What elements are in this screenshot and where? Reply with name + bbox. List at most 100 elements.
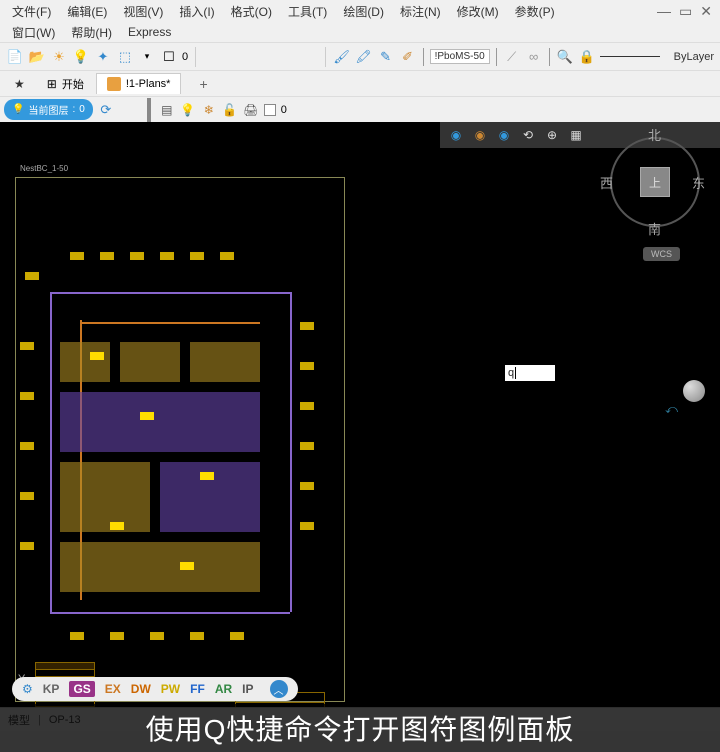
drawing-title: NestBC_1-50 <box>20 164 68 173</box>
caption-overlay: 使用Q快捷命令打开图符图例面板 <box>0 704 720 752</box>
layer-toolbar: 💡 当前图层 : 0 ⟳ ▤ 💡 ❄ 🔓 🖨 0 <box>0 96 720 122</box>
find-icon[interactable]: 🔍 <box>556 48 574 66</box>
cmd-token-dw[interactable]: DW <box>131 682 151 696</box>
steps-icon[interactable]: ⬚ <box>116 48 134 66</box>
prop-icon-1[interactable]: ◉ <box>448 127 464 143</box>
document-tabbar: ★ ⊞ 开始 !1-Plans* + <box>0 70 720 96</box>
command-bar[interactable]: ⚙ KP GS EX DW PW FF AR IP ︿ <box>12 677 298 701</box>
close-icon[interactable]: ✕ <box>700 3 712 20</box>
main-toolbar: 📄 📂 ☀ 💡 ✦ ⬚ ▾ ☐ 0 🖌 🖍 ✎ ✐ !PboMS-50 ⟋ ∞ … <box>0 42 720 70</box>
prop-icon-2[interactable]: ◉ <box>472 127 488 143</box>
menu-insert[interactable]: 插入(I) <box>171 1 222 22</box>
brush-icon-1[interactable]: 🖌 <box>333 48 351 66</box>
chevron-up-icon[interactable]: ︿ <box>270 680 288 698</box>
document-icon <box>107 77 121 91</box>
prop-icon-3[interactable]: ◉ <box>496 127 512 143</box>
menu-annotate[interactable]: 标注(N) <box>392 1 449 22</box>
menu-modify[interactable]: 修改(M) <box>449 1 507 22</box>
star-icon: ★ <box>14 77 25 91</box>
freeze-icon[interactable]: ❄ <box>201 102 217 118</box>
linetype-preview <box>600 56 660 57</box>
layer-name-value: 0 <box>281 104 287 116</box>
layer-icons-group: ▤ 💡 ❄ 🔓 🖨 0 <box>159 102 287 118</box>
tab-new[interactable]: + <box>183 73 223 95</box>
brush-icon-4[interactable]: ✐ <box>399 48 417 66</box>
menubar-row-2: 窗口(W) 帮助(H) Express <box>0 22 720 42</box>
minimize-icon[interactable]: — <box>657 3 671 20</box>
current-layer-badge[interactable]: 💡 当前图层 : 0 <box>4 99 93 120</box>
drawing-canvas[interactable]: ◉ ◉ ◉ ⟲ ⊕ ▦ NestBC_1-50 <box>0 122 720 707</box>
gear-icon[interactable]: ⚙ <box>22 682 33 696</box>
compass-west: 西 <box>600 173 613 192</box>
nav-arrow-icon[interactable]: ⤺ <box>665 402 678 417</box>
layerbar-separator <box>147 98 151 122</box>
menu-view[interactable]: 视图(V) <box>115 1 171 22</box>
tab-start-label: 开始 <box>62 76 84 92</box>
brush-icon-3[interactable]: ✎ <box>377 48 395 66</box>
layer-color-swatch[interactable] <box>264 104 276 116</box>
compass-east: 东 <box>692 173 705 192</box>
compass-north: 北 <box>648 125 661 144</box>
cmd-token-ex[interactable]: EX <box>105 682 121 696</box>
star-icon[interactable]: ✦ <box>94 48 112 66</box>
open-icon[interactable]: 📂 <box>28 48 46 66</box>
link-icon[interactable]: ∞ <box>525 48 543 66</box>
layer-refresh-icon[interactable]: ⟳ <box>97 101 115 119</box>
bulb-icon[interactable]: 💡 <box>72 48 90 66</box>
nav-ball[interactable] <box>683 380 705 402</box>
menu-edit[interactable]: 编辑(E) <box>59 1 115 22</box>
prop-icon-4[interactable]: ⟲ <box>520 127 536 143</box>
cmd-token-pw[interactable]: PW <box>161 682 180 696</box>
print-icon[interactable]: 🖨 <box>243 102 259 118</box>
cmd-token-ip[interactable]: IP <box>242 682 253 696</box>
current-layer-label: 当前图层 <box>28 102 68 117</box>
plus-icon: + <box>193 76 213 92</box>
view-compass[interactable]: 上 北 南 东 西 <box>600 127 710 237</box>
cmd-token-ar[interactable]: AR <box>215 682 232 696</box>
brush-icon-2[interactable]: 🖍 <box>355 48 373 66</box>
tab-favorite[interactable]: ★ <box>4 74 35 94</box>
toolbar-separator-2 <box>325 47 326 67</box>
menu-help[interactable]: 帮助(H) <box>63 22 120 43</box>
tab-plans-label: !1-Plans* <box>126 78 171 90</box>
lock2-icon[interactable]: 🔓 <box>222 102 238 118</box>
windows-icon: ⊞ <box>47 77 57 91</box>
cmd-token-gs[interactable]: GS <box>69 681 94 697</box>
menu-format[interactable]: 格式(O) <box>223 1 280 22</box>
wcs-badge[interactable]: WCS <box>643 247 680 261</box>
command-input[interactable]: q <box>505 365 555 381</box>
menubar-row-1: 文件(F) 编辑(E) 视图(V) 插入(I) 格式(O) 工具(T) 绘图(D… <box>0 0 720 22</box>
toolbar-separator-5 <box>549 48 550 66</box>
layers-icon[interactable]: ▤ <box>159 102 175 118</box>
dropdown-icon[interactable]: ▾ <box>138 48 156 66</box>
menu-tools[interactable]: 工具(T) <box>280 1 335 22</box>
menu-express[interactable]: Express <box>120 23 179 41</box>
bylayer-field[interactable]: ByLayer <box>674 51 714 63</box>
current-layer-value: 0 <box>79 104 85 115</box>
bulb-small-icon: 💡 <box>12 104 24 115</box>
menu-file[interactable]: 文件(F) <box>4 1 59 22</box>
maximize-icon[interactable]: ▭ <box>679 3 692 20</box>
menu-params[interactable]: 参数(P) <box>507 1 563 22</box>
prop-icon-6[interactable]: ▦ <box>568 127 584 143</box>
new-icon[interactable]: 📄 <box>6 48 24 66</box>
measure-icon[interactable]: ⟋ <box>503 48 521 66</box>
layer-zero: 0 <box>182 51 188 63</box>
square-icon[interactable]: ☐ <box>160 48 178 66</box>
sun-icon[interactable]: ☀ <box>50 48 68 66</box>
toolbar-separator-4 <box>496 48 497 66</box>
tab-start[interactable]: ⊞ 开始 <box>37 73 94 95</box>
bulb2-icon[interactable]: 💡 <box>180 102 196 118</box>
linetype-field[interactable]: !PboMS-50 <box>430 49 490 64</box>
menu-draw[interactable]: 绘图(D) <box>335 1 392 22</box>
cmd-token-kp[interactable]: KP <box>43 682 60 696</box>
cmd-token-ff[interactable]: FF <box>190 682 205 696</box>
prop-icon-5[interactable]: ⊕ <box>544 127 560 143</box>
tab-plans[interactable]: !1-Plans* <box>96 73 182 94</box>
toolbar-separator-3 <box>423 48 424 66</box>
menu-window[interactable]: 窗口(W) <box>4 22 63 43</box>
floor-plan <box>40 262 320 662</box>
lock-icon[interactable]: 🔒 <box>578 48 596 66</box>
toolbar-separator <box>195 47 196 67</box>
compass-top-face[interactable]: 上 <box>640 167 670 197</box>
